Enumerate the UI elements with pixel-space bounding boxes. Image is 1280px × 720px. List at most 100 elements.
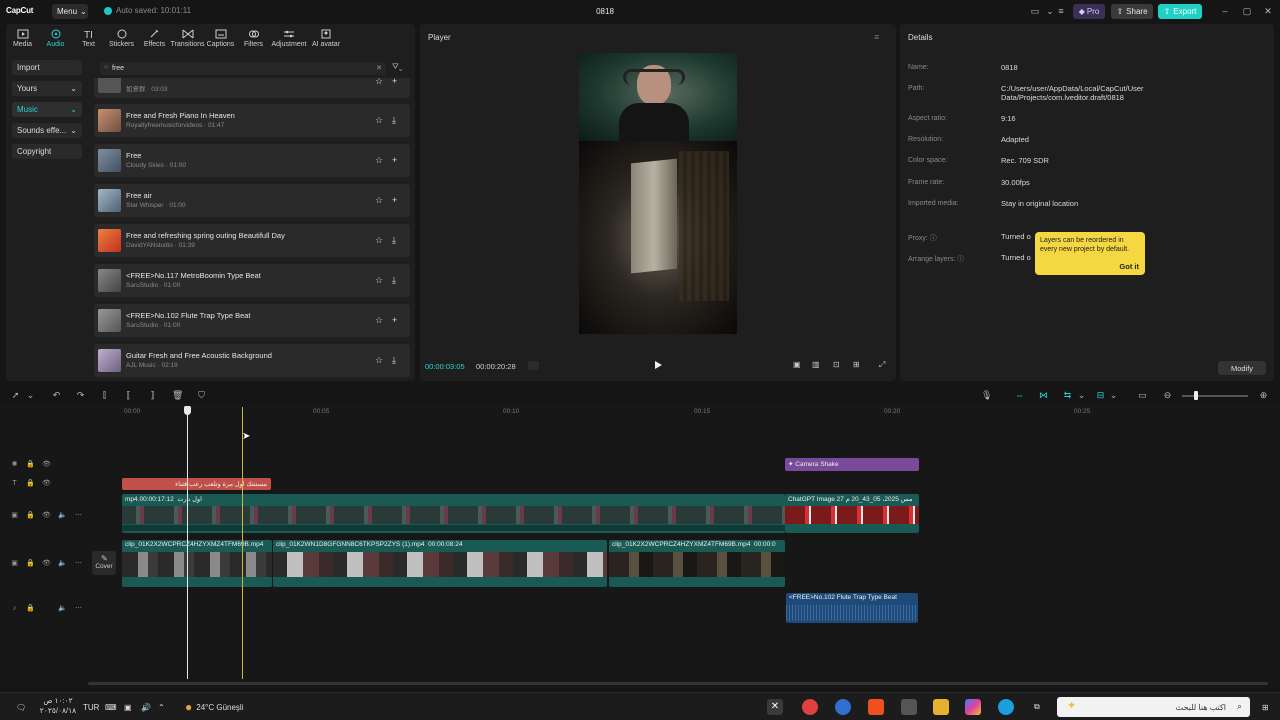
eye-icon[interactable]: 👁 [42, 460, 51, 469]
star-icon[interactable]: ☆ [375, 155, 385, 165]
zoom-slider-handle[interactable] [1194, 391, 1198, 400]
magnet-icon[interactable]: ⋈ [1038, 390, 1049, 401]
chevron-down-icon[interactable]: ⌄ [25, 390, 36, 401]
playhead-handle[interactable] [184, 406, 191, 415]
hamburger-icon[interactable]: ≡ [1056, 6, 1066, 16]
maximize-icon[interactable]: ▢ [1242, 6, 1252, 16]
undo-icon[interactable]: ↶ [51, 390, 62, 401]
sidebar-item-music[interactable]: Music ⌄ [12, 102, 82, 117]
pro-button[interactable]: ◆ Pro [1073, 4, 1105, 19]
eye-icon[interactable]: 👁 [42, 511, 51, 520]
network-icon[interactable]: ▣ [124, 699, 132, 715]
star-icon[interactable]: ☆ [375, 235, 385, 245]
add-icon[interactable]: + [392, 78, 402, 86]
microphone-icon[interactable]: 🎙 [981, 390, 992, 401]
project-title[interactable]: 0818 [590, 7, 620, 16]
volume-icon[interactable]: 🔊 [141, 699, 151, 715]
speaker-icon[interactable]: 🔈 [58, 604, 67, 613]
quality-icon[interactable]: ▥ [812, 360, 824, 371]
split-icon[interactable]: ⫿ [99, 390, 110, 401]
play-icon[interactable] [653, 360, 663, 370]
split-left-icon[interactable]: ⟦ [123, 390, 134, 401]
chevron-down-icon[interactable]: ⌄ [1108, 390, 1119, 401]
redo-icon[interactable]: ↷ [75, 390, 86, 401]
delete-icon[interactable]: 🗑 [172, 390, 183, 401]
list-item[interactable]: Free and Fresh Piano In Heaven Royaltyfr… [94, 104, 410, 137]
info-icon[interactable]: ⓘ [930, 235, 937, 242]
eye-icon[interactable]: 👁 [42, 559, 51, 568]
windows-start-icon[interactable]: ⊞ [1262, 699, 1269, 715]
tab-captions[interactable]: Captions [204, 24, 237, 52]
lock-icon[interactable]: 🔒 [26, 460, 35, 469]
lock-icon[interactable]: 🔒 [26, 479, 35, 488]
more-icon[interactable]: ⋯ [74, 604, 83, 613]
export-button[interactable]: ⇧ Export [1158, 4, 1202, 19]
star-icon[interactable]: ☆ [375, 275, 385, 285]
select-cursor-icon[interactable]: ➚ [10, 390, 21, 401]
preview-axis-icon[interactable]: ⊟ [1095, 390, 1106, 401]
lock-icon[interactable]: 🔒 [26, 559, 35, 568]
capcut-taskbar-icon[interactable]: ✕ [767, 699, 783, 715]
tab-stickers[interactable]: Stickers [105, 24, 138, 52]
timecode-toggle[interactable] [528, 361, 539, 370]
more-icon[interactable]: ⋯ [74, 511, 83, 520]
recorder-taskbar-icon[interactable] [802, 699, 818, 715]
speaker-icon[interactable]: 🔈 [58, 559, 67, 568]
list-item[interactable]: Free and refreshing spring outing Beauti… [94, 224, 410, 257]
chevron-down-icon[interactable]: ⌄ [1076, 390, 1087, 401]
more-icon[interactable]: ⋯ [74, 559, 83, 568]
eye-icon[interactable]: 👁 [42, 479, 51, 488]
list-item[interactable]: <FREE>No.102 Flute Trap Type Beat SaruSt… [94, 304, 410, 337]
download-icon[interactable]: ⤓ [392, 275, 402, 285]
tab-transitions[interactable]: Transitions [171, 24, 205, 52]
tab-effects[interactable]: Effects [138, 24, 171, 52]
star-icon[interactable]: ☆ [375, 78, 385, 86]
edge-taskbar-icon[interactable] [998, 699, 1014, 715]
list-item[interactable]: <FREE>No.117 MetroBoomin Type Beat SaruS… [94, 264, 410, 297]
download-icon[interactable]: ⤓ [392, 355, 402, 365]
list-item[interactable]: 如意群 · 03:03 ☆ + [94, 78, 410, 98]
info-icon[interactable]: ⓘ [957, 256, 964, 263]
main-overlay-clip[interactable]: mp4.اول نارت 00:00:17:12 [122, 494, 785, 533]
star-icon[interactable]: ☆ [375, 195, 385, 205]
tab-audio[interactable]: Audio [39, 24, 72, 52]
tab-text[interactable]: TI Text [72, 24, 105, 52]
star-icon[interactable]: ☆ [375, 115, 385, 125]
tab-filters[interactable]: Filters [237, 24, 270, 52]
zoom-in-icon[interactable]: ⊕ [1258, 390, 1269, 401]
ratio-icon[interactable]: ⊞ [853, 360, 871, 371]
video-clip[interactable]: clip_01K2X2WCPRCZ4HZYXMZ4TFM69B.mp4 [122, 540, 272, 587]
copilot-taskbar-icon[interactable] [965, 699, 981, 715]
menu-button[interactable]: Menu ⌄ [52, 4, 88, 19]
video-preview[interactable] [579, 53, 737, 334]
shield-icon[interactable]: ⛉ [196, 390, 207, 401]
modify-button[interactable]: Modify [1218, 361, 1266, 375]
linkage-icon[interactable]: ⇆ [1062, 390, 1073, 401]
image-clip[interactable]: ChatGPT Image 27 مس 2025، 05_43_20 م [785, 494, 919, 533]
fit-icon[interactable]: ⊡ [833, 360, 845, 371]
time-ruler[interactable]: 00:00 00:05 00:10 00:15 00:20 00:25 [88, 405, 1280, 425]
file-explorer-icon[interactable] [933, 699, 949, 715]
caption-track-icon[interactable]: ▭ [1137, 390, 1148, 401]
add-icon[interactable]: + [392, 315, 402, 325]
split-right-icon[interactable]: ⟧ [147, 390, 158, 401]
edit-frame-icon[interactable]: ▣ [793, 360, 805, 371]
c-app-taskbar-icon[interactable] [835, 699, 851, 715]
brave-taskbar-icon[interactable] [868, 699, 884, 715]
list-item[interactable]: Guitar Fresh and Free Acoustic Backgroun… [94, 344, 410, 377]
list-item[interactable]: Free air Star Whisper · 01:00 ☆ + [94, 184, 410, 217]
lock-icon[interactable]: 🔒 [26, 511, 35, 520]
star-icon[interactable]: ☆ [375, 355, 385, 365]
clear-icon[interactable]: ✕ [376, 64, 382, 72]
minimize-icon[interactable]: – [1220, 6, 1230, 16]
cover-button[interactable]: ✎ Cover [92, 551, 116, 575]
clock[interactable]: ١٠:٠٢ ص ٢٠٢٥/٠٨/١٨ [38, 696, 78, 716]
add-icon[interactable]: + [392, 155, 402, 165]
chevron-up-icon[interactable]: ⌃ [158, 699, 165, 715]
chevron-down-icon[interactable]: ⌄ [1045, 6, 1055, 16]
text-clip[interactable]: مستنتك اول مرة وتلعب رعب فثناء [122, 478, 271, 490]
download-icon[interactable]: ⤓ [392, 235, 402, 245]
link-main-track-icon[interactable]: ⇔ [1014, 390, 1025, 401]
zoom-slider[interactable] [1182, 395, 1248, 397]
tab-media[interactable]: Media [6, 24, 39, 52]
